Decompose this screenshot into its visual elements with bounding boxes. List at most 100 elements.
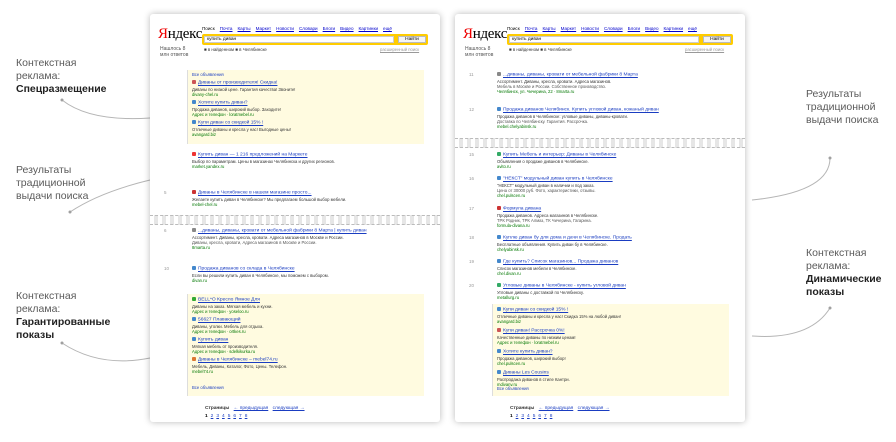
service-link[interactable]: Новости <box>581 26 599 31</box>
all-ads-text[interactable]: Все объявления <box>192 385 424 390</box>
ad-url[interactable]: Адрес и телефон · sdelkikurka.ru <box>192 349 424 354</box>
page-number[interactable]: 8 <box>245 414 248 419</box>
page-number[interactable]: 6 <box>233 414 236 419</box>
service-link[interactable]: Поиск <box>202 26 215 31</box>
service-link[interactable]: Видео <box>645 26 658 31</box>
service-link[interactable]: ещё <box>383 26 392 31</box>
ad-title[interactable]: Диваны Les Cousins <box>503 371 549 376</box>
page-number[interactable]: 5 <box>533 414 536 419</box>
ad-url[interactable]: avangard.biz <box>192 132 424 137</box>
result-url[interactable]: 8marta.ru <box>192 245 424 250</box>
service-link[interactable]: ещё <box>688 26 697 31</box>
page-number[interactable]: 7 <box>544 414 547 419</box>
ad-url[interactable]: avangard.biz <box>497 319 729 324</box>
ad-url[interactable]: Адрес и телефон · ortkes.ru <box>192 329 424 334</box>
next-page-link[interactable]: следующая → <box>273 406 305 411</box>
result-title[interactable]: Где купить? Список магазинов... Продажа … <box>503 260 618 265</box>
ad-item: 56627 Плавающий Диваны, уголки. Мебель д… <box>192 317 424 334</box>
result-url[interactable]: chelyabinsk.ru <box>497 247 729 252</box>
result-url[interactable]: divan.ru <box>192 278 424 283</box>
page-number[interactable]: 4 <box>527 414 530 419</box>
page-number[interactable]: 4 <box>222 414 225 419</box>
result-title[interactable]: "НЕКСТ" модульный диван купить в Челябин… <box>503 177 613 182</box>
service-link[interactable]: Почта <box>525 26 538 31</box>
search-button[interactable]: Найти <box>398 36 426 43</box>
search-input[interactable]: купить диван <box>204 36 394 43</box>
ad-title[interactable]: Купи диван! Рассрочка 0%! <box>503 329 565 334</box>
ad-title[interactable]: Купить диван <box>198 338 228 343</box>
result-url[interactable]: chel.divan.ru <box>497 271 729 276</box>
service-link[interactable]: Маркет <box>561 26 577 31</box>
service-link[interactable]: Словари <box>604 26 623 31</box>
ad-url[interactable]: Адрес и телефон · yoseloo.ru <box>192 309 424 314</box>
result-title[interactable]: Продажа диванов Челябинск. Купить углово… <box>503 108 659 113</box>
result-url[interactable]: mebel.chelyabinsk.ru <box>497 124 729 129</box>
result-title[interactable]: ...диваны, диваны, кровати от мебельной … <box>198 229 367 234</box>
result-title[interactable]: Формула дивана <box>503 207 541 212</box>
prev-page-link[interactable]: ← предыдущая <box>539 406 574 411</box>
result-url[interactable]: avito.ru <box>497 164 729 169</box>
result-title[interactable]: Купить диван — 1 216 предложений на Марк… <box>198 153 308 158</box>
ad-title[interactable]: BELL*O Кресло Ямное Для <box>198 298 260 303</box>
ad-title[interactable]: Диваны в Челябинске – mebel74.ru <box>198 358 278 363</box>
result-url[interactable]: market.yandex.ru <box>192 164 424 169</box>
all-ads-link-top[interactable]: Все объявления <box>192 72 424 77</box>
service-link[interactable]: Блоги <box>628 26 641 31</box>
yandex-logo[interactable]: Яндекс <box>463 26 507 43</box>
page-number[interactable]: 3 <box>521 414 524 419</box>
page-number[interactable]: 7 <box>239 414 242 419</box>
ad-url[interactable]: divany-chel.ru <box>192 92 424 97</box>
service-link[interactable]: Поиск <box>507 26 520 31</box>
result-url[interactable]: Челябинск, ул. Чичерина, 22 · 8marta.ru <box>497 89 729 94</box>
service-link[interactable]: Блоги <box>323 26 336 31</box>
ad-title[interactable]: Хотите купить диван? <box>198 101 248 106</box>
service-link[interactable]: Почта <box>220 26 233 31</box>
result-url[interactable]: mebel-chel.ru <box>192 202 424 207</box>
ad-url[interactable]: Адрес и телефон · loratmebel.ru <box>192 112 424 117</box>
ad-url[interactable]: chel.pulscen.ru <box>497 361 729 366</box>
ad-title[interactable]: Хотите купить диван? <box>503 350 553 355</box>
ad-title[interactable]: Диваны от производителя! Скидка! <box>198 81 277 86</box>
result-title[interactable]: Купить Мебель и интерьер: Диваны в Челяб… <box>503 153 616 158</box>
result-title[interactable]: Диваны в Челябинске в нашем магазине про… <box>198 191 312 196</box>
result-title[interactable]: Куплю диван бу для дома и дачи в Челябин… <box>503 236 632 241</box>
all-ads-link-bottom[interactable]: Все объявления <box>497 386 729 391</box>
search-scope-options[interactable]: ■ в найденном ■ в Челябинске <box>204 47 267 52</box>
result-url[interactable]: metallurg.ru <box>497 295 729 300</box>
ad-title[interactable]: Купи диван со скидкой 15% ! <box>503 308 568 313</box>
result-url[interactable]: chel.pulscen.ru <box>497 193 729 198</box>
yandex-logo[interactable]: Яндекс <box>158 26 202 43</box>
page-number[interactable]: 6 <box>538 414 541 419</box>
advanced-search-link[interactable]: расширенный поиск <box>685 47 724 52</box>
prev-page-link[interactable]: ← предыдущая <box>234 406 269 411</box>
service-link[interactable]: Карты <box>543 26 556 31</box>
page-number[interactable]: 2 <box>211 414 214 419</box>
service-link[interactable]: Картинки <box>664 26 683 31</box>
next-page-link[interactable]: следующая → <box>578 406 610 411</box>
result-title[interactable]: Продажа диванов со склада в Челябинске <box>198 267 295 272</box>
page-number[interactable]: 5 <box>228 414 231 419</box>
service-link[interactable]: Словари <box>299 26 318 31</box>
ad-title[interactable]: Купи диван со скидкой 15% ! <box>198 121 263 126</box>
page-number[interactable]: 2 <box>516 414 519 419</box>
all-ads-text[interactable]: Все объявления <box>497 386 729 391</box>
search-button[interactable]: Найти <box>703 36 731 43</box>
advanced-search-link[interactable]: расширенный поиск <box>380 47 419 52</box>
service-link[interactable]: Картинки <box>359 26 378 31</box>
page-number[interactable]: 3 <box>216 414 219 419</box>
service-link[interactable]: Видео <box>340 26 353 31</box>
ad-url[interactable]: Адрес и телефон · loratmebel.ru <box>497 340 729 345</box>
service-link[interactable]: Маркет <box>256 26 272 31</box>
ad-title[interactable]: 56627 Плавающий <box>198 318 240 323</box>
search-input[interactable]: купить диван <box>509 36 699 43</box>
service-link[interactable]: Карты <box>238 26 251 31</box>
ad-url[interactable]: mebel74.ru <box>192 369 424 374</box>
result-title[interactable]: Угловые диваны в Челябинске - купить угл… <box>503 284 626 289</box>
search-scope-options[interactable]: ■ в найденном ■ в Челябинске <box>509 47 572 52</box>
all-ads-text[interactable]: Все объявления <box>192 72 424 77</box>
service-link[interactable]: Новости <box>276 26 294 31</box>
result-url[interactable]: formula-divana.ru <box>497 223 729 228</box>
result-title[interactable]: ...диваны, диваны, кровати от мебельной … <box>503 73 638 78</box>
all-ads-link-bottom[interactable]: Все объявления <box>192 385 424 390</box>
page-number[interactable]: 8 <box>550 414 553 419</box>
